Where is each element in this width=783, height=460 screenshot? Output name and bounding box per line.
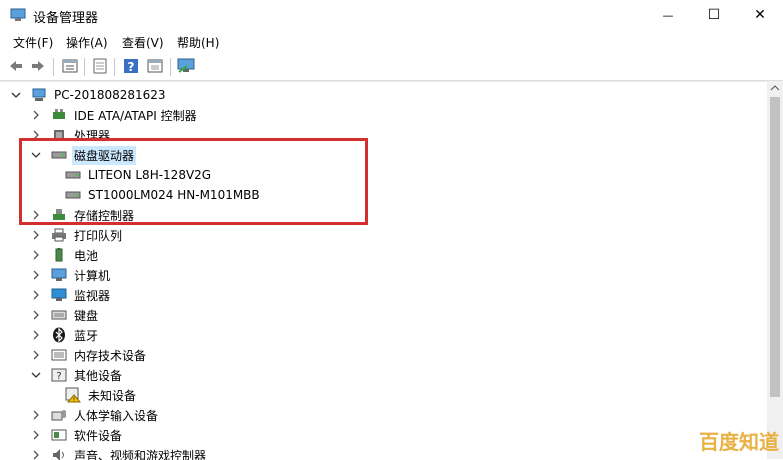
keyboard-icon [50, 307, 68, 323]
tree-item-computer[interactable]: 计算机 [30, 265, 112, 285]
tree-item-memory-devices[interactable]: 内存技术设备 [30, 345, 148, 365]
tree-item-label: 打印队列 [72, 226, 124, 245]
tree-item-monitors[interactable]: 监视器 [30, 285, 112, 305]
tree-item-label: 蓝牙 [72, 326, 100, 345]
tree-item-label: 其他设备 [72, 366, 124, 385]
tree-item-keyboard[interactable]: 键盘 [30, 305, 100, 325]
software-device-icon [50, 427, 68, 443]
chevron-right-icon[interactable] [30, 289, 42, 301]
help-icon[interactable]: ? [121, 56, 141, 76]
update-driver-icon[interactable] [90, 56, 110, 76]
tree-item-label: 计算机 [72, 266, 112, 285]
svg-text:?: ? [128, 60, 135, 74]
chevron-right-icon[interactable] [30, 409, 42, 421]
tree-item-label: 电池 [72, 246, 100, 265]
device-manager-icon [10, 8, 26, 22]
minimize-button[interactable]: — [645, 0, 691, 30]
tree-item-label: 监视器 [72, 286, 112, 305]
tree-item-label: 软件设备 [72, 426, 124, 445]
ide-controller-icon [50, 107, 68, 123]
scrollbar-thumb[interactable] [770, 97, 780, 397]
watermark: 百度知道 [699, 426, 779, 455]
sound-icon [50, 447, 68, 460]
maximize-button[interactable]: ☐ [691, 0, 737, 30]
chevron-right-icon[interactable] [30, 449, 42, 460]
tree-item-other-devices[interactable]: ? 其他设备 [30, 365, 124, 385]
close-button[interactable]: ✕ [737, 0, 783, 30]
unknown-device-warning-icon: ! [64, 387, 82, 403]
tree-item-sound[interactable]: 声音、视频和游戏控制器 [30, 445, 208, 460]
toolbar: ? [0, 52, 783, 81]
tree-root[interactable]: PC-201808281623 [10, 85, 168, 105]
tree-item-hid[interactable]: 人体学输入设备 [30, 405, 160, 425]
forward-icon[interactable] [28, 56, 48, 76]
chevron-right-icon[interactable] [30, 309, 42, 321]
memory-icon [50, 347, 68, 363]
chevron-right-icon[interactable] [30, 269, 42, 281]
tree-item-software-devices[interactable]: 软件设备 [30, 425, 124, 445]
monitor-icon [50, 287, 68, 303]
scroll-up-icon[interactable] [770, 85, 780, 91]
chevron-down-icon[interactable] [10, 89, 22, 101]
computer-icon [50, 267, 68, 283]
highlight-box [19, 138, 368, 225]
chevron-right-icon[interactable] [30, 329, 42, 341]
monitor-icon[interactable] [176, 56, 196, 76]
properties-icon[interactable] [60, 56, 80, 76]
menu-file[interactable]: 文件(F) [13, 34, 53, 51]
back-icon[interactable] [6, 56, 26, 76]
tree-item-label: IDE ATA/ATAPI 控制器 [72, 106, 199, 125]
tree-item-ide[interactable]: IDE ATA/ATAPI 控制器 [30, 105, 199, 125]
window-title: 设备管理器 [33, 7, 98, 26]
tree-item-label: 键盘 [72, 306, 100, 325]
computer-root-icon [30, 87, 48, 103]
tree-root-label: PC-201808281623 [52, 87, 168, 103]
menu-action[interactable]: 操作(A) [66, 34, 108, 51]
tree-item-battery[interactable]: 电池 [30, 245, 100, 265]
scan-icon[interactable] [145, 56, 165, 76]
chevron-right-icon[interactable] [30, 349, 42, 361]
tree-item-print-queues[interactable]: 打印队列 [30, 225, 124, 245]
chevron-right-icon[interactable] [30, 109, 42, 121]
tree-item-label: 未知设备 [86, 386, 138, 405]
other-devices-icon: ? [50, 367, 68, 383]
tree-item-label: 声音、视频和游戏控制器 [72, 446, 208, 460]
tree-item-bluetooth[interactable]: 蓝牙 [30, 325, 100, 345]
svg-text:!: ! [73, 397, 75, 404]
menu-bar: 文件(F) 操作(A) 查看(V) 帮助(H) [0, 30, 783, 52]
svg-text:?: ? [56, 371, 61, 382]
tree-item-label: 人体学输入设备 [72, 406, 160, 425]
bluetooth-icon [50, 327, 68, 343]
vertical-scrollbar[interactable] [767, 81, 783, 459]
title-bar: 设备管理器 — ☐ ✕ [0, 0, 783, 30]
chevron-down-icon[interactable] [30, 369, 42, 381]
menu-view[interactable]: 查看(V) [122, 34, 164, 51]
chevron-right-icon[interactable] [30, 229, 42, 241]
tree-item-unknown-device[interactable]: ! 未知设备 [64, 385, 138, 405]
chevron-right-icon[interactable] [30, 249, 42, 261]
hid-icon [50, 407, 68, 423]
printer-icon [50, 227, 68, 243]
tree-item-label: 内存技术设备 [72, 346, 148, 365]
battery-icon [50, 247, 68, 263]
chevron-right-icon[interactable] [30, 429, 42, 441]
menu-help[interactable]: 帮助(H) [177, 34, 219, 51]
